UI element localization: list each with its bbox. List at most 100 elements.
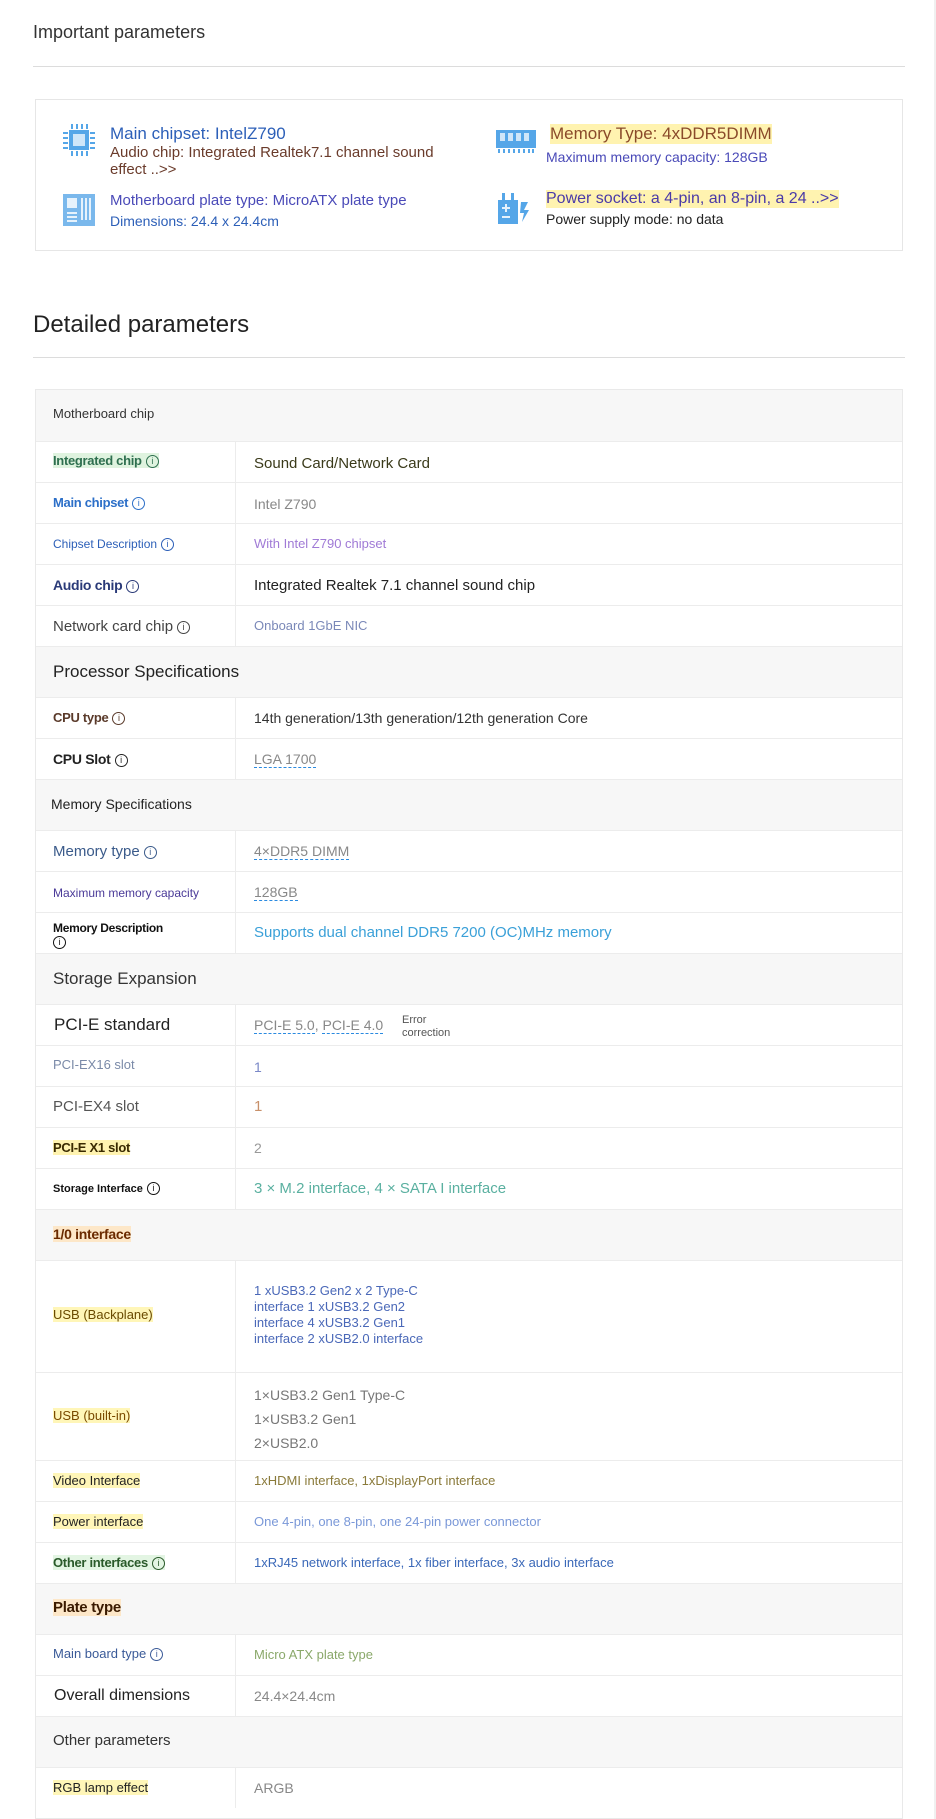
parameters-table: Motherboard chip Integrated chip i Sound … (35, 389, 903, 1819)
param-label: Video Interface (53, 1473, 141, 1488)
param-label: Maximum memory capacity (53, 886, 200, 900)
param-label: Audio chip i (53, 577, 140, 593)
param-label: CPU type i (53, 710, 126, 725)
power-socket-icon (498, 193, 529, 224)
cpu-slot-link[interactable]: LGA 1700 (254, 751, 317, 768)
power-socket-title: Power socket: a 4-pin, an 8-pin, a 24 ..… (546, 190, 839, 208)
param-label: Memory type i (53, 843, 157, 860)
audio-chip-summary: Audio chip: Integrated Realtek7.1 channe… (110, 144, 434, 161)
table-row: Memory Description i Supports dual channe… (36, 912, 902, 953)
param-value: 1 (254, 1059, 262, 1075)
table-row: Chipset Description i With Intel Z790 chi… (36, 523, 902, 564)
memory-title: Memory Type: 4xDDR5DIMM (550, 124, 772, 144)
category-row: Storage Expansion (36, 953, 902, 1004)
pcie-4-link[interactable]: PCI-E 4.0 (322, 1017, 384, 1034)
table-row: PCI-EX4 slot 1 (36, 1086, 902, 1127)
memory-icon (496, 130, 536, 153)
param-value: 2 (254, 1140, 262, 1156)
info-icon[interactable]: i (145, 455, 159, 468)
table-row: CPU Slot i LGA 1700 (36, 738, 902, 779)
param-label: USB (Backplane) (53, 1307, 153, 1322)
param-label: PCI-EX4 slot (53, 1098, 139, 1115)
info-icon[interactable]: i (143, 846, 157, 859)
table-row: Integrated chip i Sound Card/Network Card (36, 441, 902, 482)
chipset-title: Main chipset: IntelZ790 (110, 124, 286, 143)
param-value[interactable]: 128GB (254, 884, 298, 901)
info-icon[interactable]: i (161, 538, 175, 551)
param-label: Power interface (53, 1514, 144, 1529)
pcie-5-link[interactable]: PCI-E 5.0 (254, 1017, 315, 1034)
param-value: 1 xUSB3.2 Gen2 x 2 Type-C interface 1 xU… (254, 1283, 424, 1346)
param-value: 1xRJ45 network interface, 1x fiber inter… (254, 1555, 614, 1570)
table-row: PCI-E X1 slot 2 (36, 1127, 902, 1168)
param-value: With Intel Z790 chipset (254, 536, 387, 551)
table-row: Storage Interface i 3 × M.2 interface, 4 … (36, 1168, 902, 1209)
table-row: Other interfaces i 1xRJ45 network interfa… (36, 1542, 902, 1583)
info-icon[interactable]: i (114, 754, 128, 767)
max-memory-link[interactable]: 128GB (254, 884, 298, 901)
table-row: Main chipset i Intel Z790 (36, 482, 902, 523)
important-parameters-box: Main chipset: IntelZ790 Audio chip: Inte… (35, 99, 903, 251)
category-title: Other parameters (53, 1732, 171, 1749)
table-row: Main board type i Micro ATX plate type (36, 1634, 902, 1675)
param-label: Main board type i (53, 1646, 164, 1661)
category-row: Other parameters (36, 1716, 902, 1767)
param-value: 1×USB3.2 Gen1 Type-C 1×USB3.2 Gen1 2×USB… (254, 1387, 406, 1451)
category-row: Processor Specifications (36, 646, 902, 697)
param-label: Storage Interface i (53, 1182, 160, 1195)
table-row: Video Interface 1xHDMI interface, 1xDisp… (36, 1460, 902, 1501)
param-label: Overall dimensions (54, 1687, 191, 1704)
param-label: Other interfaces i (53, 1555, 165, 1570)
info-icon[interactable]: i (177, 621, 191, 634)
important-parameters-title: Important parameters (33, 22, 206, 42)
info-icon[interactable]: i (53, 936, 66, 949)
param-value: One 4-pin, one 8-pin, one 24-pin power c… (254, 1514, 541, 1529)
param-value: Intel Z790 (254, 496, 317, 512)
table-row: USB (Backplane) 1 xUSB3.2 Gen2 x 2 Type-… (36, 1260, 902, 1372)
param-label: RGB lamp effect (53, 1780, 149, 1795)
param-value: 24.4×24.4cm (254, 1688, 336, 1704)
param-value: 1xHDMI interface, 1xDisplayPort interfac… (254, 1473, 496, 1488)
divider (33, 66, 905, 67)
info-icon[interactable]: i (146, 1182, 160, 1195)
category-row: Memory Specifications (36, 779, 902, 830)
param-label: Memory Description i (53, 921, 163, 949)
info-icon[interactable]: i (112, 712, 126, 725)
chip-icon (63, 124, 95, 156)
param-value: Micro ATX plate type (254, 1647, 373, 1662)
info-icon[interactable]: i (151, 1557, 165, 1570)
table-row: Maximum memory capacity 128GB (36, 871, 902, 912)
memory-type-link[interactable]: 4×DDR5 DIMM (254, 843, 350, 860)
category-row: 1/0 interface (36, 1209, 902, 1260)
table-row: PCI-E standard PCI-E 5.0, PCI-E 4.0 Erro… (36, 1004, 902, 1045)
category-row: Motherboard chip (36, 390, 902, 441)
motherboard-icon (63, 194, 95, 226)
table-row: PCI-EX16 slot 1 (36, 1045, 902, 1086)
param-value: 14th generation/13th generation/12th gen… (254, 710, 588, 726)
info-icon[interactable]: i (126, 580, 140, 593)
param-value[interactable]: LGA 1700 (254, 751, 317, 768)
param-value: ARGB (254, 1780, 294, 1796)
table-row: Audio chip i Integrated Realtek 7.1 chann… (36, 564, 902, 605)
param-label: Network card chip i (53, 618, 191, 635)
param-value: Onboard 1GbE NIC (254, 618, 368, 633)
dimensions-summary: Dimensions: 24.4 x 24.4cm (110, 213, 279, 229)
info-icon[interactable]: i (132, 497, 146, 510)
table-row: USB (built-in) 1×USB3.2 Gen1 Type-C 1×US… (36, 1372, 902, 1460)
param-value[interactable]: 4×DDR5 DIMM (254, 843, 350, 860)
table-row: RGB lamp effect ARGB (36, 1767, 902, 1808)
error-correction-note: Error correction (402, 1014, 451, 1039)
category-title: 1/0 interface (53, 1226, 131, 1242)
info-icon[interactable]: i (150, 1648, 164, 1661)
category-row: Plate type (36, 1583, 902, 1634)
param-label: PCI-E X1 slot (53, 1140, 131, 1155)
param-label: Main chipset i (53, 495, 146, 510)
category-title: Memory Specifications (51, 796, 192, 812)
memory-capacity-summary: Maximum memory capacity: 128GB (546, 149, 768, 165)
param-label: PCI-E standard (54, 1015, 171, 1034)
category-title: Storage Expansion (53, 969, 197, 988)
more-link[interactable]: effect ..>> (110, 161, 176, 178)
category-title: Plate type (53, 1599, 121, 1616)
detailed-parameters-title: Detailed parameters (33, 311, 250, 338)
table-row: Network card chip i Onboard 1GbE NIC (36, 605, 902, 646)
